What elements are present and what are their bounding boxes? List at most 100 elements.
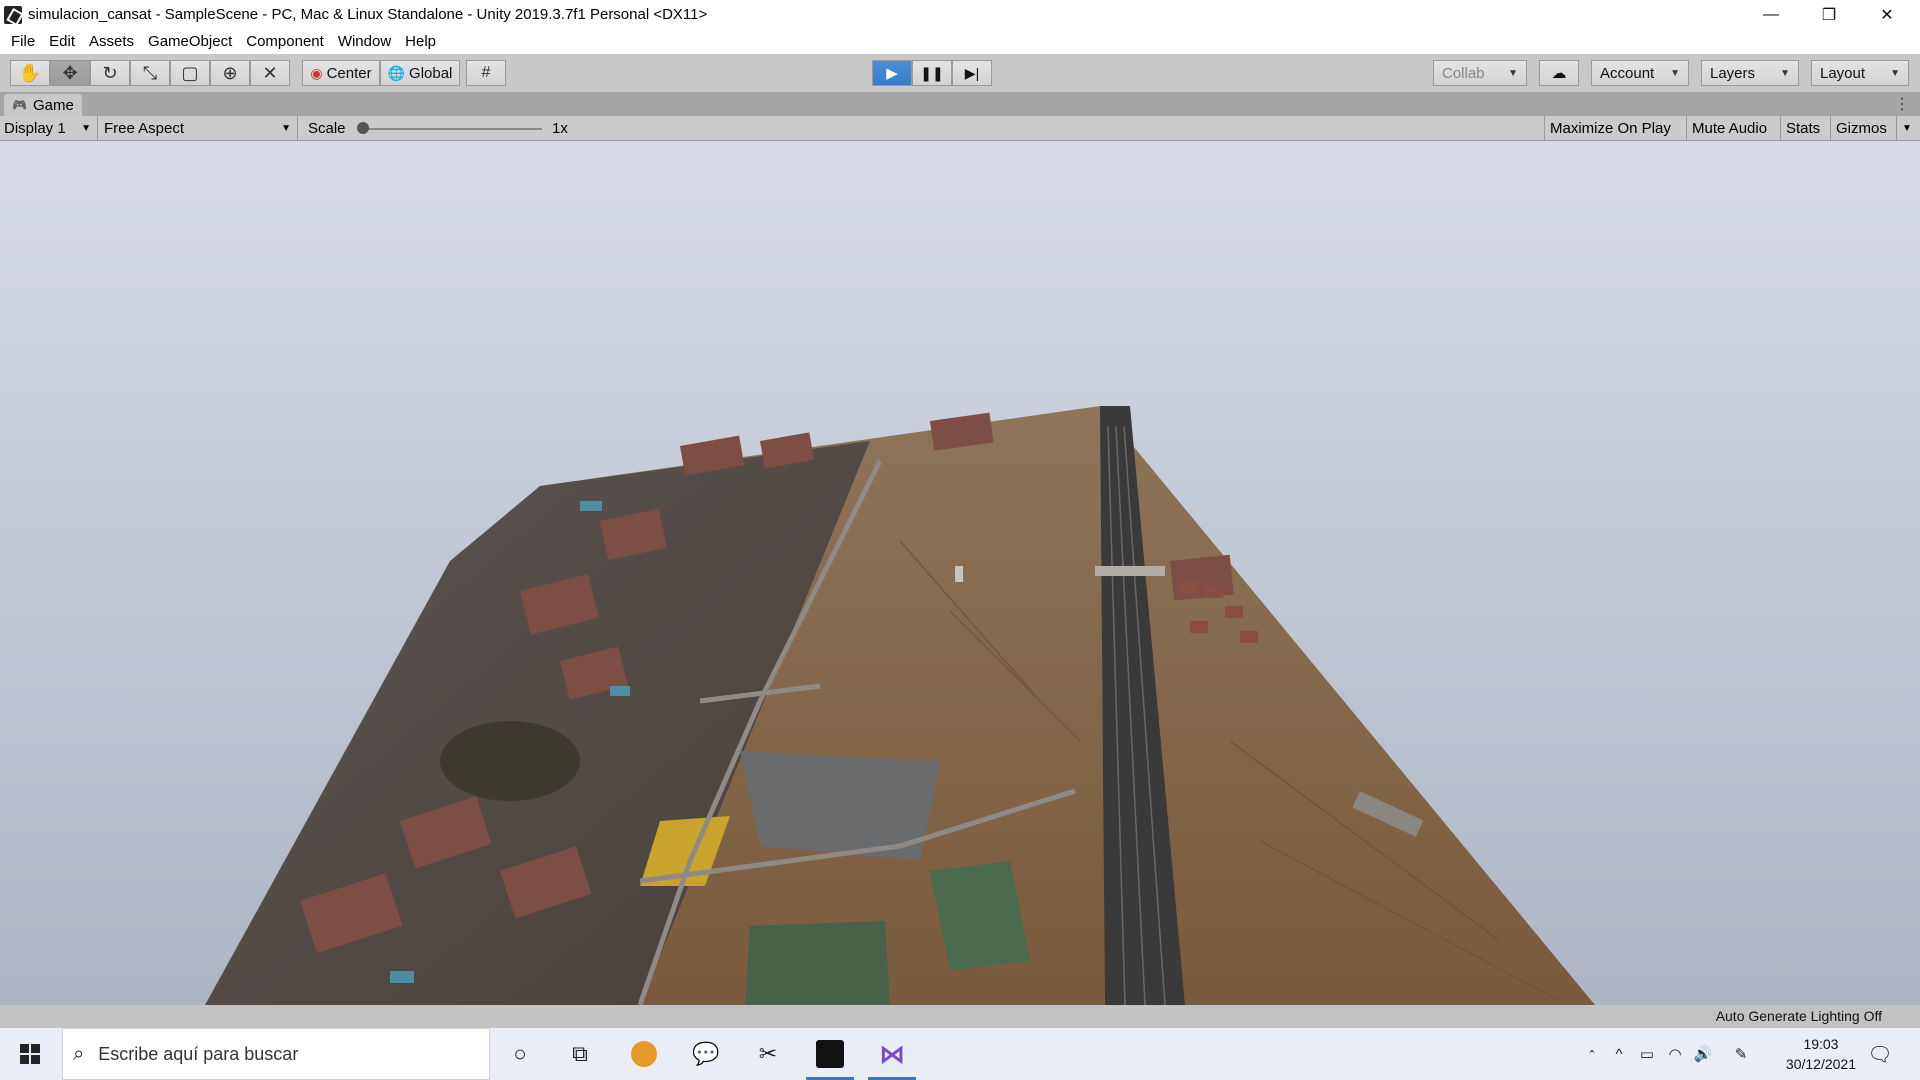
unity-taskbar-icon[interactable] (804, 1028, 856, 1080)
notification-icon[interactable]: 🗨 (1858, 1028, 1902, 1080)
show-hidden-icons-icon[interactable]: ^ (1606, 1028, 1632, 1080)
scale-slider-track[interactable] (362, 128, 542, 130)
pivot-controls: ◉ Center 🌐 Global # (302, 60, 506, 86)
move-tool-button[interactable]: ✥ (50, 60, 90, 86)
taskbar: ⌕ ○ ⧉ 💬 ✂ ⋈ ⌃ ^ ▭ ◠ 🔊 ✎ 19:03 30/12/2021… (0, 1028, 1920, 1080)
play-icon: ▶ (886, 65, 898, 82)
menu-component[interactable]: Component (239, 33, 331, 50)
pivot-center-button[interactable]: ◉ Center (302, 60, 380, 86)
center-icon: ◉ (310, 64, 323, 81)
taskbar-search[interactable]: ⌕ (62, 1028, 490, 1080)
battery-icon[interactable]: ▭ (1634, 1028, 1660, 1080)
aspect-dropdown[interactable]: Free Aspect ▼ (100, 116, 298, 140)
hand-icon: ✋ (18, 62, 42, 83)
chevron-down-icon: ▼ (1670, 67, 1680, 79)
menu-gameobject[interactable]: GameObject (141, 33, 239, 50)
transform-tool-button[interactable]: ⊕ (210, 60, 250, 86)
menu-help[interactable]: Help (398, 33, 443, 50)
rect-icon: ▢ (181, 62, 199, 83)
account-dropdown[interactable]: Account ▼ (1591, 60, 1689, 86)
scale-tool-button[interactable]: ⤡ (130, 60, 170, 86)
pivot-global-button[interactable]: 🌐 Global (380, 60, 460, 86)
cortana-icon[interactable]: ○ (494, 1028, 546, 1080)
custom-tool-button[interactable]: ✕ (250, 60, 290, 86)
unity-app-icon (4, 5, 22, 24)
kebab-menu-icon[interactable]: ⋮ (1894, 94, 1910, 114)
hand-tool-button[interactable]: ✋ (10, 60, 50, 86)
water-tank (955, 566, 963, 582)
transform-tools: ✋ ✥ ↻ ⤡ ▢ ⊕ ✕ (10, 60, 290, 86)
account-label: Account (1600, 64, 1655, 82)
volume-icon[interactable]: 🔊 (1690, 1028, 1716, 1080)
status-text: Auto Generate Lighting Off (1715, 1008, 1882, 1024)
menu-window[interactable]: Window (331, 33, 398, 50)
tools-icon: ✕ (262, 62, 278, 83)
title-bar: simulacion_cansat - SampleScene - PC, Ma… (0, 0, 1920, 29)
app-orange-icon[interactable] (618, 1028, 670, 1080)
close-button[interactable]: ✕ (1858, 0, 1916, 29)
pen-icon[interactable]: ✎ (1728, 1028, 1754, 1080)
snap-grid-button[interactable]: # (466, 60, 506, 86)
layout-label: Layout (1820, 64, 1866, 82)
game-viewport[interactable] (0, 141, 1920, 1005)
move-icon: ✥ (62, 62, 78, 83)
visual-studio-icon[interactable]: ⋈ (866, 1028, 918, 1080)
chevron-down-icon: ▼ (1902, 122, 1912, 134)
cloud-button[interactable]: ☁ (1539, 60, 1579, 86)
tree-patch (440, 721, 580, 801)
display-label: Display 1 (4, 119, 66, 137)
start-button[interactable] (0, 1028, 60, 1080)
gamepad-icon: 🎮 (12, 98, 27, 112)
clock[interactable]: 19:03 30/12/2021 (1786, 1034, 1856, 1074)
chevron-down-icon: ▼ (81, 122, 91, 134)
windows-icon (20, 1044, 40, 1064)
game-view-toolbar: Display 1 ▼ Free Aspect ▼ Scale 1x Maxim… (0, 116, 1920, 141)
rect-tool-button[interactable]: ▢ (170, 60, 210, 86)
status-bar: Auto Generate Lighting Off (0, 1005, 1920, 1028)
tray-scroll-icon[interactable]: ⌃ (1580, 1028, 1604, 1080)
global-label: Global (409, 64, 453, 82)
menu-edit[interactable]: Edit (42, 33, 82, 50)
layers-dropdown[interactable]: Layers ▼ (1701, 60, 1799, 86)
aspect-label: Free Aspect (104, 119, 185, 137)
chevron-down-icon: ▼ (1890, 67, 1900, 79)
rotate-tool-button[interactable]: ↻ (90, 60, 130, 86)
scale-slider-knob[interactable] (357, 122, 369, 134)
step-button[interactable]: ▶| (952, 60, 992, 86)
search-input[interactable] (98, 1043, 459, 1065)
scale-icon: ⤡ (142, 62, 158, 83)
layout-dropdown[interactable]: Layout ▼ (1811, 60, 1909, 86)
cloud-icon: ☁ (1551, 65, 1567, 82)
playback-controls: ▶ ❚❚ ▶| (872, 60, 992, 86)
menu-assets[interactable]: Assets (82, 33, 141, 50)
mute-audio-toggle[interactable]: Mute Audio (1686, 116, 1772, 140)
terrain-render (205, 406, 1595, 1005)
feedback-icon[interactable]: 💬 (680, 1028, 732, 1080)
snip-tool-icon[interactable]: ✂ (742, 1028, 794, 1080)
gizmos-dropdown[interactable]: ▼ (1896, 116, 1917, 140)
restore-button[interactable]: ❐ (1800, 0, 1858, 29)
step-icon: ▶| (964, 64, 980, 81)
tab-game[interactable]: 🎮 Game (4, 94, 82, 116)
menu-bar: File Edit Assets GameObject Component Wi… (0, 29, 1920, 54)
display-dropdown[interactable]: Display 1 ▼ (0, 116, 98, 140)
clock-time: 19:03 (1803, 1036, 1839, 1052)
globe-icon: 🌐 (387, 64, 406, 81)
maximize-on-play-toggle[interactable]: Maximize On Play (1544, 116, 1676, 140)
chevron-down-icon: ▼ (281, 122, 291, 134)
play-button[interactable]: ▶ (872, 60, 912, 86)
transform-icon: ⊕ (222, 62, 238, 83)
pause-icon: ❚❚ (920, 64, 944, 81)
collab-dropdown[interactable]: Collab ▼ (1433, 60, 1527, 86)
collab-label: Collab (1442, 64, 1485, 82)
clock-date: 30/12/2021 (1785, 1056, 1856, 1072)
game-tab-bar: 🎮 Game ⋮ (0, 92, 1920, 116)
minimize-button[interactable]: — (1742, 0, 1800, 29)
services-controls: Collab ▼ ☁ Account ▼ Layers ▼ Layout ▼ (1433, 60, 1909, 86)
wifi-icon[interactable]: ◠ (1662, 1028, 1688, 1080)
gizmos-toggle[interactable]: Gizmos (1830, 116, 1892, 140)
menu-file[interactable]: File (4, 33, 42, 50)
stats-toggle[interactable]: Stats (1780, 116, 1825, 140)
task-view-icon[interactable]: ⧉ (554, 1028, 606, 1080)
pause-button[interactable]: ❚❚ (912, 60, 952, 86)
